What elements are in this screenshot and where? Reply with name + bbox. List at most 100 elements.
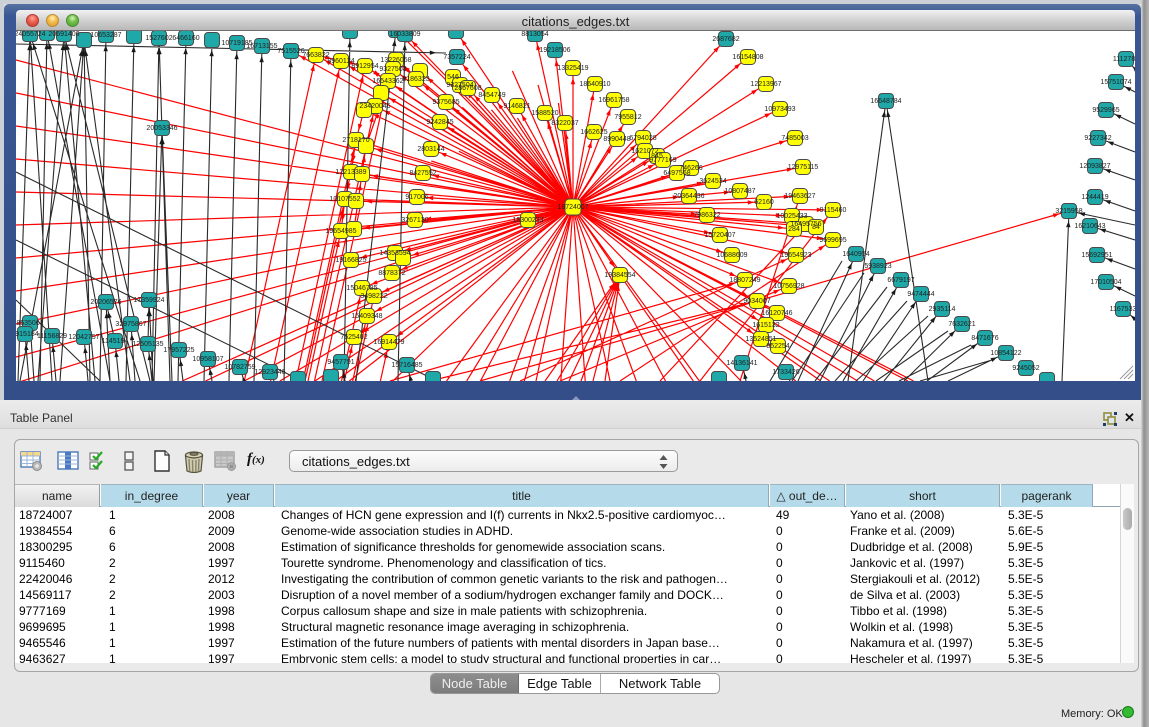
svg-text:2718170: 2718170 xyxy=(342,137,369,144)
svg-text:13325419: 13325419 xyxy=(557,65,588,72)
svg-text:9034067: 9034067 xyxy=(743,298,770,305)
svg-text:10782759: 10782759 xyxy=(224,364,255,371)
svg-text:16120746: 16120746 xyxy=(761,310,792,317)
svg-text:2935114: 2935114 xyxy=(929,306,956,313)
svg-text:10958107: 10958107 xyxy=(192,356,223,363)
svg-text:14353594: 14353594 xyxy=(379,250,410,257)
svg-text:1615132: 1615132 xyxy=(752,322,779,329)
svg-text:10807487: 10807487 xyxy=(724,188,755,195)
svg-text:7663822: 7663822 xyxy=(302,52,329,59)
svg-text:16713155: 16713155 xyxy=(246,43,277,50)
svg-text:8471676: 8471676 xyxy=(971,335,998,342)
svg-text:17010504: 17010504 xyxy=(1090,279,1121,286)
svg-text:6679197: 6679197 xyxy=(887,277,914,284)
svg-text:16961758: 16961758 xyxy=(598,97,629,104)
svg-text:8427552: 8427552 xyxy=(409,170,436,177)
svg-text:5938923: 5938923 xyxy=(864,263,891,270)
svg-text:546: 546 xyxy=(447,74,459,81)
svg-text:18807249: 18807249 xyxy=(729,277,760,284)
svg-text:62160: 62160 xyxy=(754,199,774,206)
svg-text:12093827: 12093827 xyxy=(1079,163,1110,170)
svg-text:19218506: 19218506 xyxy=(539,47,570,54)
svg-text:16543362: 16543362 xyxy=(372,78,403,85)
svg-text:19384554: 19384554 xyxy=(604,272,635,279)
svg-text:8322037: 8322037 xyxy=(551,120,578,127)
svg-text:32975867: 32975867 xyxy=(115,321,146,328)
svg-text:7485003: 7485003 xyxy=(781,135,808,142)
svg-text:17957225: 17957225 xyxy=(163,347,194,354)
svg-text:16210643: 16210643 xyxy=(1074,223,1105,230)
svg-text:917006: 917006 xyxy=(405,194,428,201)
svg-text:15751074: 15751074 xyxy=(1100,79,1131,86)
svg-text:9777169: 9777169 xyxy=(649,157,676,164)
svg-text:9146821: 9146821 xyxy=(503,103,530,110)
svg-text:15720407: 15720407 xyxy=(704,232,735,239)
svg-text:8912954: 8912954 xyxy=(351,63,378,70)
svg-text:1112786: 1112786 xyxy=(1113,56,1135,63)
svg-text:10688609: 10688609 xyxy=(716,252,747,259)
svg-text:8454749: 8454749 xyxy=(478,92,505,99)
svg-text:2687682: 2687682 xyxy=(712,36,739,43)
svg-text:9115460: 9115460 xyxy=(820,207,847,214)
svg-text:6794028: 6794028 xyxy=(629,135,656,142)
svg-text:10025433: 10025433 xyxy=(776,213,807,220)
svg-text:24055724: 24055724 xyxy=(16,31,46,38)
svg-text:16914479: 16914479 xyxy=(373,339,404,346)
svg-text:1662625: 1662625 xyxy=(580,129,607,136)
svg-text:746266: 746266 xyxy=(679,165,702,172)
svg-text:9242845: 9242845 xyxy=(426,119,453,126)
svg-text:9474444: 9474444 xyxy=(907,291,934,298)
svg-text:14136141: 14136141 xyxy=(726,360,757,367)
svg-text:10854122: 10854122 xyxy=(990,350,1021,357)
svg-text:19166825: 19166825 xyxy=(335,257,366,264)
svg-text:19654923: 19654923 xyxy=(780,252,811,259)
svg-text:12042757: 12042757 xyxy=(68,334,99,341)
svg-text:9457791: 9457791 xyxy=(327,359,354,366)
svg-text:20364436: 20364436 xyxy=(673,193,704,200)
svg-text:15046785: 15046785 xyxy=(346,285,377,292)
svg-text:3267130: 3267130 xyxy=(401,217,428,224)
svg-text:12923446: 12923446 xyxy=(254,369,285,376)
svg-text:852254: 852254 xyxy=(766,343,789,350)
svg-text:2803144: 2803144 xyxy=(417,146,444,153)
svg-text:18640910: 18640910 xyxy=(579,81,610,88)
svg-text:13524851: 13524851 xyxy=(745,336,776,343)
svg-text:16154808: 16154808 xyxy=(732,54,763,61)
svg-text:11156829: 11156829 xyxy=(37,333,67,340)
svg-text:20691406: 20691406 xyxy=(48,31,79,38)
svg-text:9529965: 9529965 xyxy=(1092,107,1119,114)
svg-text:9375685: 9375685 xyxy=(432,99,459,106)
svg-text:1733426: 1733426 xyxy=(772,369,799,376)
svg-text:12213967: 12213967 xyxy=(750,81,781,88)
svg-text:3624534: 3624534 xyxy=(699,178,726,185)
svg-text:16648784: 16648784 xyxy=(870,98,901,105)
svg-text:9327503: 9327503 xyxy=(379,66,406,73)
svg-text:8813054: 8813054 xyxy=(521,31,548,38)
svg-text:1145194: 1145194 xyxy=(102,338,129,345)
svg-text:7625402: 7625402 xyxy=(340,334,367,341)
svg-text:1640954: 1640954 xyxy=(842,251,869,258)
svg-text:16033809: 16033809 xyxy=(389,31,420,38)
svg-text:18724007: 18724007 xyxy=(557,204,588,211)
svg-text:19463627: 19463627 xyxy=(784,193,815,200)
svg-text:20206576: 20206576 xyxy=(90,299,121,306)
svg-text:8186323: 8186323 xyxy=(402,76,429,83)
svg-text:23420046: 23420046 xyxy=(359,103,390,110)
svg-text:3915184: 3915184 xyxy=(16,331,39,338)
svg-text:12975115: 12975115 xyxy=(788,164,819,171)
svg-text:1244419: 1244419 xyxy=(1081,194,1108,201)
svg-text:7357224: 7357224 xyxy=(443,54,470,61)
svg-text:2867608: 2867608 xyxy=(454,85,481,92)
svg-text:10973493: 10973493 xyxy=(764,106,795,113)
svg-text:9699695: 9699695 xyxy=(819,237,846,244)
svg-text:284: 284 xyxy=(788,226,800,233)
svg-text:12505135: 12505135 xyxy=(132,341,163,348)
svg-text:15716485: 15716485 xyxy=(391,362,422,369)
svg-text:15692951: 15692951 xyxy=(1081,252,1112,259)
svg-text:3498222: 3498222 xyxy=(360,293,387,300)
svg-text:9227342: 9227342 xyxy=(1084,135,1111,142)
svg-text:19654985: 19654985 xyxy=(325,228,356,235)
svg-text:18300233: 18300233 xyxy=(512,217,543,224)
svg-text:20053346: 20053346 xyxy=(146,125,177,132)
svg-text:6466160: 6466160 xyxy=(172,35,199,42)
